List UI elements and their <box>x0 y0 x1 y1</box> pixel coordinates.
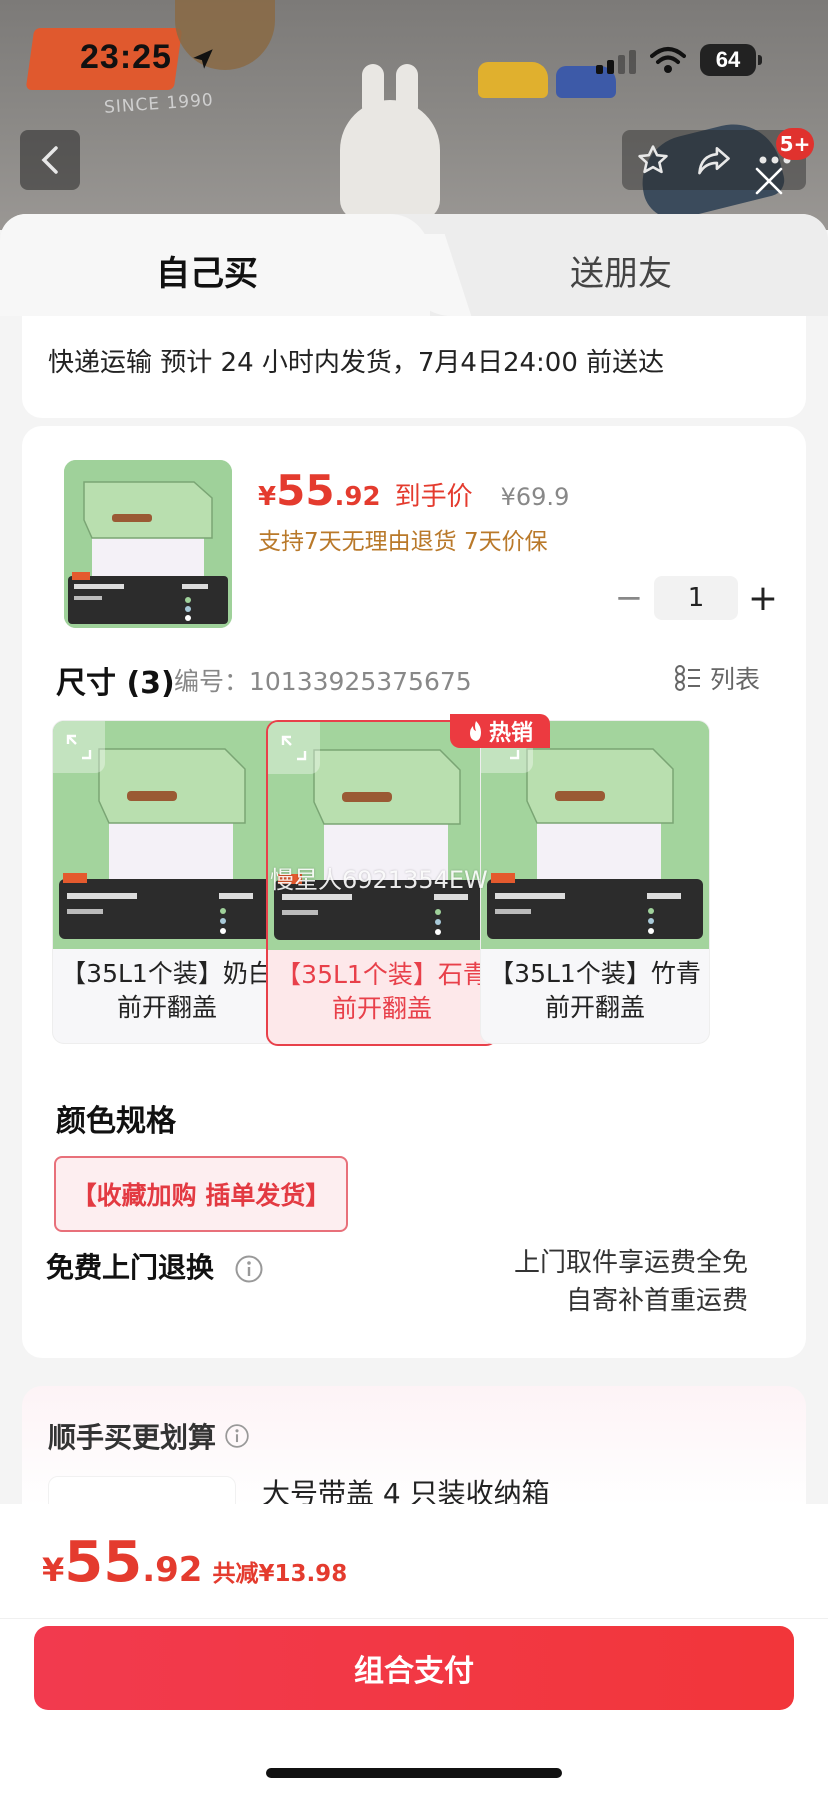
tab-buy-self-label[interactable]: 自己买 <box>156 246 258 295</box>
original-price: ¥69.9 <box>500 483 570 511</box>
brand-since-text: SINCE 1990 <box>103 90 215 118</box>
expand-icon <box>281 735 307 761</box>
location-arrow-icon <box>193 49 213 69</box>
shipping-estimate: 快递运输 预计 24 小时内发货，7月4日24:00 前送达 <box>48 348 665 378</box>
total-discount: 共减¥13.98 <box>212 1561 348 1587</box>
message-count-badge: 5+ <box>776 128 814 160</box>
quantity-increase-button[interactable]: + <box>738 578 788 619</box>
color-section-title: 颜色规格 <box>56 1104 176 1139</box>
list-view-label: 列表 <box>710 665 761 694</box>
return-info-line: 自寄补首重运费 <box>565 1286 748 1316</box>
toy-car-decor <box>478 62 548 98</box>
return-guarantee-text: 支持7天无理由退货 7天价保 <box>258 529 548 555</box>
price-integer: 55 <box>276 466 335 515</box>
quantity-stepper: − 1 + <box>604 576 788 620</box>
quantity-decrease-button[interactable]: − <box>604 578 654 618</box>
storage-box-image <box>64 460 232 628</box>
return-info-line: 上门取件享运费全免 <box>513 1248 748 1278</box>
variant-label: 【35L1个装】奶白 前开翻盖 <box>61 959 273 1022</box>
info-icon[interactable] <box>234 1254 264 1284</box>
sku-number: 编号：10133925375675 <box>174 667 472 696</box>
size-section-title: 尺寸 (3) <box>56 666 175 701</box>
size-variant-option[interactable]: 【35L1个装】竹青 前开翻盖 <box>480 720 710 1044</box>
close-icon[interactable] <box>752 164 786 198</box>
price-currency: ¥ <box>258 482 277 512</box>
back-button[interactable] <box>20 130 80 190</box>
purchase-mode-tabs: 自己买 送朋友 <box>0 214 828 316</box>
total-currency: ¥ <box>42 1551 65 1589</box>
checkout-bar: ¥ 55 .92 共减¥13.98 组合支付 <box>0 1504 828 1796</box>
expand-image-button[interactable] <box>268 722 320 774</box>
product-thumbnail[interactable] <box>64 460 232 628</box>
image-watermark: 慢星人6921354EW <box>270 866 488 894</box>
product-hero-background: SINCE 1990 <box>0 0 828 230</box>
total-decimal: .92 <box>142 1550 203 1590</box>
wifi-icon <box>650 47 686 73</box>
addon-title-label: 顺手买更划算 <box>48 1421 217 1454</box>
size-variant-option[interactable]: 【35L1个装】奶白 前开翻盖 <box>52 720 282 1044</box>
expand-icon <box>66 734 92 760</box>
home-indicator[interactable] <box>266 1768 562 1778</box>
list-icon <box>675 665 700 691</box>
divider <box>0 1618 828 1619</box>
hot-sale-badge: 热销 <box>450 714 550 748</box>
variant-label: 【35L1个装】竹青 前开翻盖 <box>489 959 701 1022</box>
free-return-label: 免费上门退换 <box>46 1251 215 1284</box>
hot-sale-label: 热销 <box>488 721 533 746</box>
tab-gift-friend[interactable]: 送朋友 <box>570 246 672 295</box>
price-row: ¥ 55 .92 到手价 ¥69.9 <box>258 466 569 515</box>
bunny-toy-decor <box>340 64 440 220</box>
product-options-card: ¥ 55 .92 到手价 ¥69.9 支持7天无理由退货 7天价保 − 1 + … <box>22 426 806 1358</box>
addon-title: 顺手买更划算 <box>48 1416 250 1456</box>
variant-label: 【35L1个装】石青 前开翻盖 <box>276 960 488 1023</box>
chevron-left-icon <box>41 146 58 174</box>
flame-icon <box>469 721 481 741</box>
list-view-toggle[interactable]: 列表 <box>674 660 760 696</box>
free-return-info: 上门取件享运费全免 自寄补首重运费 <box>514 1244 748 1320</box>
free-return-title: 免费上门退换 <box>46 1246 264 1286</box>
color-option-chip[interactable]: 【收藏加购 插单发货】 <box>54 1156 348 1232</box>
price-decimal: .92 <box>334 482 381 512</box>
favorite-star-icon[interactable] <box>628 135 678 185</box>
total-integer: 55 <box>64 1530 143 1595</box>
expand-image-button[interactable] <box>53 721 105 773</box>
share-icon[interactable] <box>689 135 739 185</box>
combined-pay-button[interactable]: 组合支付 <box>34 1626 794 1710</box>
cellular-signal-icon <box>596 50 636 74</box>
shipping-card: 快递运输 预计 24 小时内发货，7月4日24:00 前送达 <box>22 316 806 418</box>
info-icon[interactable] <box>224 1423 250 1449</box>
quantity-value[interactable]: 1 <box>654 576 738 620</box>
status-time: 23:25 <box>80 38 172 76</box>
battery-indicator: 64 <box>700 44 762 76</box>
total-price-row: ¥ 55 .92 共减¥13.98 <box>42 1530 347 1595</box>
final-price-label: 到手价 <box>394 482 473 512</box>
